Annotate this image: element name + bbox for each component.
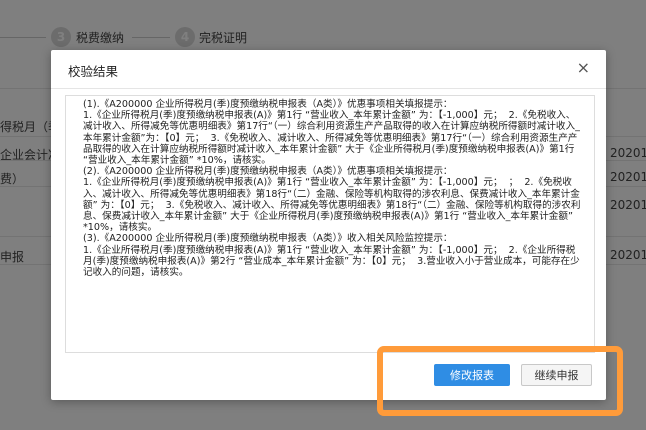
dialog-header: 校验结果 × [51,50,606,89]
continue-declaration-button[interactable]: 继续申报 [521,364,592,386]
section-title: (1).《A200000 企业所得税月(季)度预缴纳税申报表（A类）》优惠事项相… [83,99,453,110]
section-body: 1.《企业所得税月(季)度预缴纳税申报表(A)》第1行 “营业收入_本年累计金额… [83,244,580,279]
section-title: (3).《A200000 企业所得税月(季)度预缴纳税申报表（A类）》收入相关风… [83,233,453,245]
section-body: 1.《企业所得税月(季)度预缴纳税申报表(A)》第1行 “营业收入_本年累计金额… [83,110,580,167]
section-title: (2).《A200000 企业所得税月(季)度预缴纳税申报表（A类）》优惠事项相… [83,166,453,178]
modify-report-button[interactable]: 修改报表 [434,364,510,386]
close-icon[interactable]: × [577,59,590,77]
dialog-title: 校验结果 [68,64,119,79]
validation-content[interactable]: (1).《A200000 企业所得税月(季)度预缴纳税申报表（A类）》优惠事项相… [65,95,595,353]
section-body: 1.《企业所得税月(季)度预缴纳税申报表(A)》第1行 “营业收入_本年累计金额… [83,177,581,234]
content-text: (1).《A200000 企业所得税月(季)度预缴纳税申报表（A类）》优惠事项相… [66,96,594,278]
